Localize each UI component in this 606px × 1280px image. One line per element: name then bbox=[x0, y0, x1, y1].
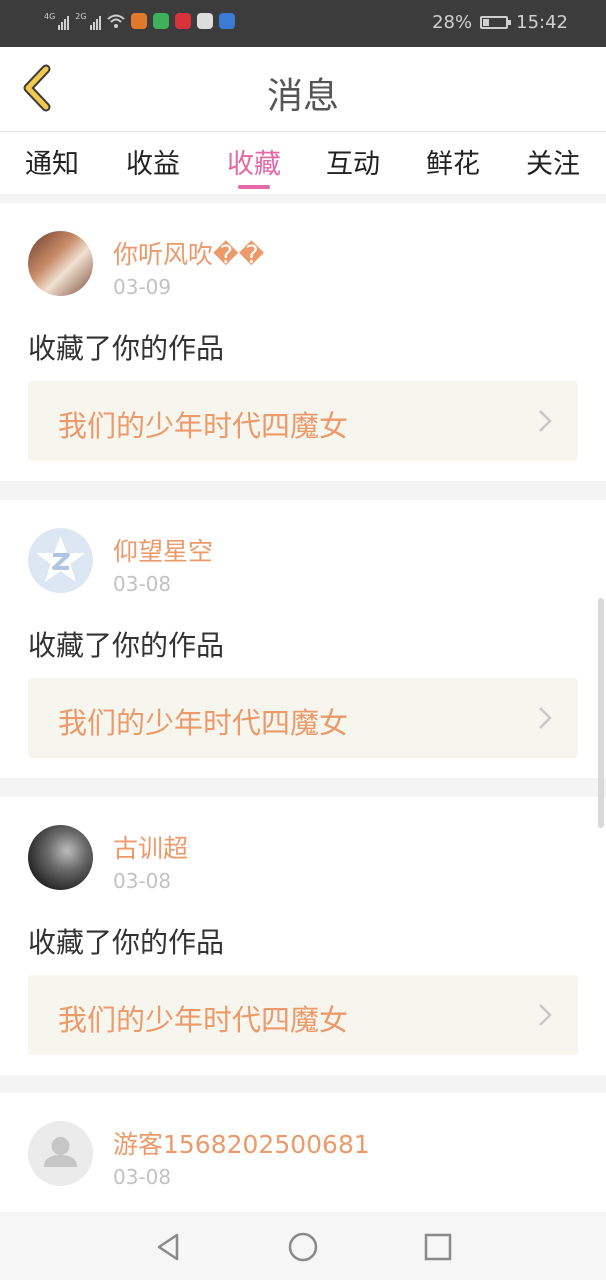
tab-earnings[interactable]: 收益 bbox=[113, 142, 193, 181]
message-card: 古训超 03-08 收藏了你的作品 我们的少年时代四魔女 bbox=[0, 797, 606, 1075]
work-title: 我们的少年时代四魔女 bbox=[58, 409, 349, 443]
avatar[interactable] bbox=[28, 825, 93, 890]
default-star-avatar-icon bbox=[36, 536, 85, 582]
active-tab-indicator bbox=[238, 185, 270, 189]
clock: 15:42 bbox=[516, 12, 568, 33]
signal-4g-icon: 4G bbox=[44, 12, 70, 30]
message-date: 03-08 bbox=[113, 1165, 172, 1189]
battery-level bbox=[483, 19, 490, 26]
message-card: 游客1568202500681 03-08 bbox=[0, 1093, 606, 1212]
work-link[interactable]: 我们的少年时代四魔女 bbox=[28, 975, 578, 1055]
signal-2g-icon: 2G bbox=[75, 12, 101, 30]
status-icons-left: 4G 2G bbox=[44, 12, 235, 30]
user-name[interactable]: 古训超 bbox=[113, 829, 188, 865]
battery-percent: 28% bbox=[432, 12, 473, 33]
system-nav-bar bbox=[0, 1212, 606, 1280]
battery-icon bbox=[480, 16, 512, 29]
page-title: 消息 bbox=[266, 76, 339, 117]
work-link[interactable]: 我们的少年时代四魔女 bbox=[28, 381, 578, 461]
nav-recents-icon[interactable] bbox=[421, 1230, 455, 1264]
signal-2g-label: 2G bbox=[75, 12, 87, 21]
play-app-icon bbox=[152, 13, 169, 29]
work-title: 我们的少年时代四魔女 bbox=[58, 706, 349, 740]
chevron-right-icon bbox=[539, 1004, 552, 1026]
work-title: 我们的少年时代四魔女 bbox=[58, 1003, 349, 1037]
message-card: 你听风吹�� 03-09 收藏了你的作品 我们的少年时代四魔女 bbox=[0, 203, 606, 481]
nav-back-icon[interactable] bbox=[151, 1230, 185, 1264]
message-action: 收藏了你的作品 bbox=[28, 629, 225, 662]
status-icons-right: 28% 15:42 bbox=[432, 12, 568, 33]
nav-home-icon[interactable] bbox=[286, 1230, 320, 1264]
wifi-icon bbox=[106, 14, 125, 28]
tab-bar: 通知 收益 收藏 互动 鲜花 关注 bbox=[0, 132, 606, 194]
weibo-icon bbox=[196, 13, 213, 29]
top-app-bar: 消息 bbox=[0, 47, 606, 132]
user-name[interactable]: 你听风吹�� bbox=[113, 235, 264, 271]
signal-4g-label: 4G bbox=[44, 12, 56, 21]
message-date: 03-09 bbox=[113, 275, 172, 299]
message-date: 03-08 bbox=[113, 572, 172, 596]
default-user-avatar-icon bbox=[44, 1137, 77, 1167]
avatar[interactable] bbox=[28, 1121, 93, 1186]
user-name[interactable]: 游客1568202500681 bbox=[113, 1125, 370, 1161]
scrollbar[interactable] bbox=[598, 598, 604, 828]
status-bar: 4G 2G 28% 15:42 bbox=[0, 0, 606, 47]
tab-notifications[interactable]: 通知 bbox=[12, 142, 92, 181]
message-date: 03-08 bbox=[113, 869, 172, 893]
chevron-right-icon bbox=[539, 707, 552, 729]
app-notification-icon bbox=[174, 13, 191, 29]
tab-favorites[interactable]: 收藏 bbox=[214, 142, 294, 181]
tab-following[interactable]: 关注 bbox=[513, 142, 593, 181]
app-notification-icon bbox=[130, 13, 147, 29]
user-name[interactable]: 仰望星空 bbox=[113, 532, 213, 568]
tab-flowers[interactable]: 鲜花 bbox=[413, 142, 493, 181]
avatar[interactable] bbox=[28, 231, 93, 296]
message-action: 收藏了你的作品 bbox=[28, 926, 225, 959]
message-action: 收藏了你的作品 bbox=[28, 332, 225, 365]
chevron-right-icon bbox=[539, 410, 552, 432]
avatar[interactable] bbox=[28, 528, 93, 593]
app-notification-icon bbox=[218, 13, 235, 29]
work-link[interactable]: 我们的少年时代四魔女 bbox=[28, 678, 578, 758]
tab-interactions[interactable]: 互动 bbox=[313, 142, 393, 181]
message-card: 仰望星空 03-08 收藏了你的作品 我们的少年时代四魔女 bbox=[0, 500, 606, 778]
